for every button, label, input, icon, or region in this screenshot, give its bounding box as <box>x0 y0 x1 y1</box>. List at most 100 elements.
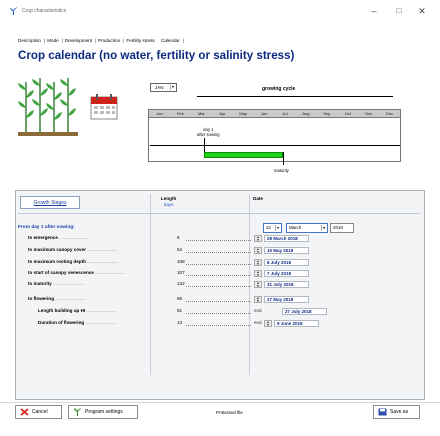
crop-app-icon <box>9 7 18 16</box>
stage-label: Duration of flowering ..................… <box>38 320 116 325</box>
month-label: Mar <box>197 111 205 116</box>
sowing-month-select[interactable]: March ▼ <box>286 223 328 233</box>
row-leader-line <box>186 275 251 276</box>
tab-separator: | <box>123 38 125 43</box>
tab-separator: | <box>61 38 63 43</box>
stage-label: to emergence ........................ <box>28 235 90 240</box>
program-settings-button[interactable]: Program settings <box>68 405 138 419</box>
tab-separator: | <box>182 38 184 43</box>
tab-mode[interactable]: Mode <box>47 38 59 43</box>
stage-length-value[interactable]: 6 <box>177 235 180 240</box>
months-bar: Jan Feb Mar Apr May Jun Jul Aug Sep Oct Nov Dec <box>148 109 401 118</box>
column-divider <box>150 194 151 375</box>
chevron-down-icon: ▼ <box>321 225 326 231</box>
cancel-x-icon <box>20 408 29 416</box>
leader-dots: ........................ <box>85 259 118 264</box>
stage-date-field[interactable]: 27 May 2018 <box>264 296 309 303</box>
month-label: Feb <box>176 111 184 116</box>
start-month-select[interactable]: JAN ▼ <box>150 83 177 92</box>
stage-label-text: Duration of flowering <box>38 320 85 325</box>
row-leader-line <box>186 252 251 253</box>
month-label: Jun <box>260 111 268 116</box>
growing-cycle-label: growing cycle <box>262 86 296 92</box>
tab-separator: | <box>94 38 97 43</box>
date-spinner[interactable]: ▲ ▼ <box>254 259 262 266</box>
date-spinner[interactable]: ▲ ▼ <box>254 270 262 277</box>
tab-description[interactable]: Description <box>18 38 41 43</box>
end-prefix: end <box>254 320 262 325</box>
stage-date-field[interactable]: 15 May 2018 <box>264 247 309 254</box>
end-label: end <box>254 308 262 313</box>
month-label: May <box>239 111 247 116</box>
leader-dots: ........................ <box>51 281 84 286</box>
month-label: Nov <box>365 111 373 116</box>
close-button[interactable]: ✕ <box>414 4 430 18</box>
stage-length-value[interactable]: 107 <box>177 270 185 275</box>
maximize-button[interactable]: □ <box>391 4 407 18</box>
stage-date-field[interactable]: 27 July 2018 <box>282 308 327 315</box>
save-as-label: Save as <box>390 409 409 415</box>
stage-date-field[interactable]: 28 March 2018 <box>264 235 309 242</box>
stage-length-value[interactable]: 54 <box>177 247 182 252</box>
sowing-day-select[interactable]: 22 ▼ <box>263 223 282 233</box>
chevron-down-icon: ▼ <box>275 225 280 231</box>
stage-label: to maximum rooting depth ...............… <box>28 259 118 264</box>
stage-label-text: to flowering <box>28 296 55 301</box>
row-leader-line <box>186 325 251 326</box>
month-label: Jul <box>282 111 288 116</box>
stage-length-value[interactable]: 81 <box>177 308 182 313</box>
row-leader-line <box>186 286 251 287</box>
stage-length-value[interactable]: 66 <box>177 296 182 301</box>
page-title: Crop calendar (no water, fertility or sa… <box>18 49 295 62</box>
tab-separator: | <box>43 38 46 43</box>
cancel-button[interactable]: Cancel <box>15 405 62 419</box>
stage-length-value[interactable]: 132 <box>177 281 185 286</box>
minimize-button[interactable]: – <box>366 4 382 18</box>
calendar-icon <box>90 94 118 120</box>
tab-calendar[interactable]: Calendar <box>161 38 180 43</box>
maturity-label: maturity <box>274 168 289 173</box>
month-label: Jan <box>156 111 163 116</box>
date-spinner[interactable]: ▲ ▼ <box>254 281 262 288</box>
stage-label-text: to maximum canopy cover <box>28 247 86 252</box>
column-divider <box>249 194 250 375</box>
tab-fertility-stress[interactable]: Fertility stress <box>126 38 154 43</box>
header-divider <box>18 213 420 214</box>
stage-label: Length building up HI ..................… <box>38 308 117 313</box>
day1-label: day 1 after sowing <box>197 127 220 137</box>
stage-label-text: to maximum rooting depth <box>28 259 86 264</box>
growth-stages-panel <box>15 190 425 400</box>
stage-date-field[interactable]: 7 July 2018 <box>264 270 309 277</box>
stage-date-field[interactable]: 9 June 2018 <box>274 320 319 327</box>
stage-label-text: to emergence <box>28 235 58 240</box>
growth-stages-button[interactable]: Growth Stages <box>20 196 80 209</box>
date-column-header: Date <box>253 196 263 201</box>
tab-production[interactable]: Production <box>98 38 120 43</box>
sowing-month-value: March <box>289 225 302 230</box>
date-spinner[interactable]: ▲ ▼ <box>264 320 272 327</box>
date-spinner[interactable]: ▲ ▼ <box>254 296 262 303</box>
month-label: Apr <box>219 111 226 116</box>
date-spinner[interactable]: ▲ ▼ <box>254 235 262 242</box>
title-bar: Crop characteristics – □ ✕ <box>0 0 440 24</box>
leader-dots: ........................ <box>54 296 86 301</box>
stage-date-field[interactable]: 31 July 2018 <box>264 281 309 288</box>
growing-cycle-bar <box>204 152 284 158</box>
growing-cycle-line <box>197 96 393 97</box>
date-spinner[interactable]: ▲ ▼ <box>254 247 262 254</box>
leader-dots: ........................ <box>57 235 90 240</box>
stage-label-text: to start of canopy senescence <box>28 270 94 275</box>
from-day-label: From day 1 after sowing: <box>18 225 75 230</box>
leader-dots: ........................ <box>85 247 118 252</box>
save-as-button[interactable]: Save as <box>373 405 420 419</box>
tab-development[interactable]: Development <box>65 38 92 43</box>
program-settings-label: Program settings <box>85 409 123 415</box>
sowing-year-value: 2018 <box>333 225 343 230</box>
stage-length-value[interactable]: 108 <box>177 259 185 264</box>
leader-dots: ........................ <box>93 270 126 275</box>
stage-length-value[interactable]: 13 <box>177 320 182 325</box>
chevron-down-icon: ▼ <box>170 85 175 90</box>
sowing-year-field[interactable]: 2018 <box>330 223 354 233</box>
stage-date-field[interactable]: 8 July 2018 <box>264 259 309 266</box>
day1-label-line2: after sowing <box>197 132 220 137</box>
